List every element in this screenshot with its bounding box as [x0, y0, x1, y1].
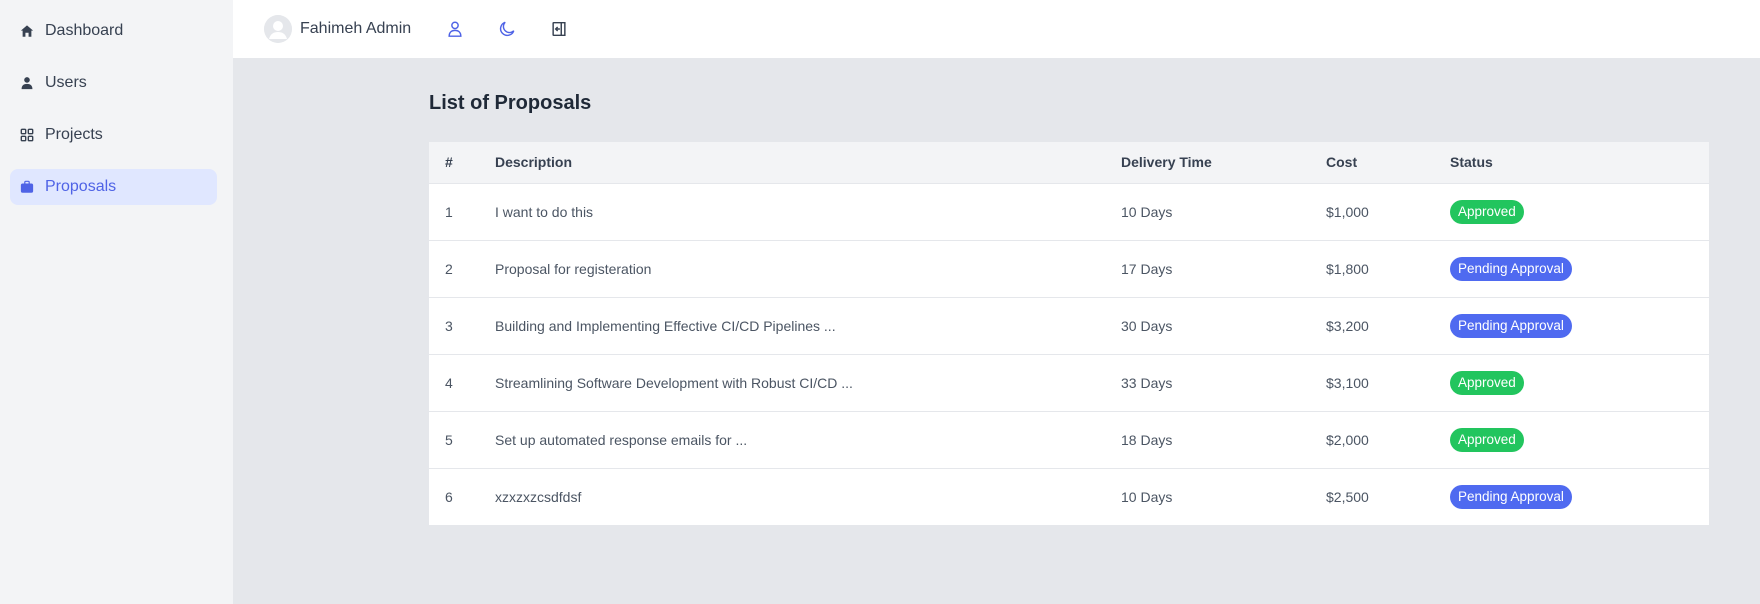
table-header-row: # Description Delivery Time Cost Status — [429, 142, 1709, 183]
row-description: Proposal for registeration — [495, 260, 652, 277]
table-row[interactable]: 4 Streamlining Software Development with… — [429, 354, 1709, 411]
row-delivery-time: 18 Days — [1121, 431, 1173, 448]
table-row[interactable]: 3 Building and Implementing Effective CI… — [429, 297, 1709, 354]
status-badge: Approved — [1450, 370, 1524, 395]
moon-icon[interactable] — [493, 15, 521, 43]
page-title: List of Proposals — [429, 92, 592, 114]
row-cost: $1,800 — [1326, 260, 1369, 277]
sidebar-item-dashboard[interactable]: Dashboard — [10, 13, 217, 49]
sidebar-item-proposals[interactable]: Proposals — [10, 169, 217, 205]
status-badge: Pending Approval — [1450, 256, 1572, 281]
sidebar-item-projects[interactable]: Projects — [10, 117, 217, 153]
row-number: 2 — [445, 260, 453, 277]
sidebar-item-users[interactable]: Users — [10, 65, 217, 101]
briefcase-icon — [20, 180, 34, 194]
status-badge: Pending Approval — [1450, 313, 1572, 338]
user-icon — [20, 76, 34, 90]
header-number: # — [445, 154, 453, 171]
row-description: Set up automated response emails for ... — [495, 431, 748, 448]
home-icon — [20, 24, 34, 38]
row-cost: $3,200 — [1326, 317, 1369, 334]
row-number: 3 — [445, 317, 453, 334]
logout-icon[interactable] — [545, 15, 573, 43]
table-row[interactable]: 2 Proposal for registeration 17 Days $1,… — [429, 240, 1709, 297]
row-delivery-time: 17 Days — [1121, 260, 1173, 277]
row-delivery-time: 30 Days — [1121, 317, 1173, 334]
status-badge: Pending Approval — [1450, 484, 1572, 509]
header-status: Status — [1450, 154, 1493, 171]
header-delivery-time: Delivery Time — [1121, 154, 1212, 171]
topbar: Fahimeh Admin — [233, 0, 1760, 58]
header-cost: Cost — [1326, 154, 1358, 171]
app-root: Dashboard Users Projects Proposals Fahim… — [0, 0, 1760, 604]
row-delivery-time: 33 Days — [1121, 374, 1173, 391]
row-number: 4 — [445, 374, 453, 391]
proposals-table-container: # Description Delivery Time Cost Status … — [429, 142, 1709, 525]
row-delivery-time: 10 Days — [1121, 488, 1173, 505]
row-description: Building and Implementing Effective CI/C… — [495, 317, 836, 334]
row-cost: $3,100 — [1326, 374, 1369, 391]
table-row[interactable]: 6 xzxzxzcsdfdsf 10 Days $2,500 Pending A… — [429, 468, 1709, 525]
row-description: I want to do this — [495, 203, 594, 220]
sidebar-item-label: Dashboard — [45, 22, 124, 39]
proposals-table: # Description Delivery Time Cost Status … — [429, 142, 1709, 525]
sidebar-item-label: Projects — [45, 126, 103, 143]
row-number: 1 — [445, 203, 453, 220]
row-cost: $2,000 — [1326, 431, 1369, 448]
sidebar-item-label: Users — [45, 74, 87, 91]
sidebar-item-label: Proposals — [45, 178, 117, 195]
status-badge: Approved — [1450, 199, 1524, 224]
header-description: Description — [495, 154, 573, 171]
row-description: xzxzxzcsdfdsf — [495, 488, 582, 505]
username: Fahimeh Admin — [300, 20, 412, 37]
table-row[interactable]: 1 I want to do this 10 Days $1,000 Appro… — [429, 183, 1709, 240]
table-row[interactable]: 5 Set up automated response emails for .… — [429, 411, 1709, 468]
sidebar: Dashboard Users Projects Proposals — [0, 0, 233, 604]
main-area: Fahimeh Admin List of Proposals # Descri… — [233, 0, 1760, 604]
status-badge: Approved — [1450, 427, 1524, 452]
row-description: Streamlining Software Development with R… — [495, 374, 853, 391]
content: List of Proposals # Description Delivery… — [233, 58, 1760, 525]
profile-icon[interactable] — [441, 15, 469, 43]
avatar[interactable] — [264, 15, 292, 43]
row-number: 5 — [445, 431, 453, 448]
grid-icon — [20, 128, 34, 142]
row-delivery-time: 10 Days — [1121, 203, 1173, 220]
row-cost: $2,500 — [1326, 488, 1369, 505]
row-number: 6 — [445, 488, 453, 505]
row-cost: $1,000 — [1326, 203, 1369, 220]
